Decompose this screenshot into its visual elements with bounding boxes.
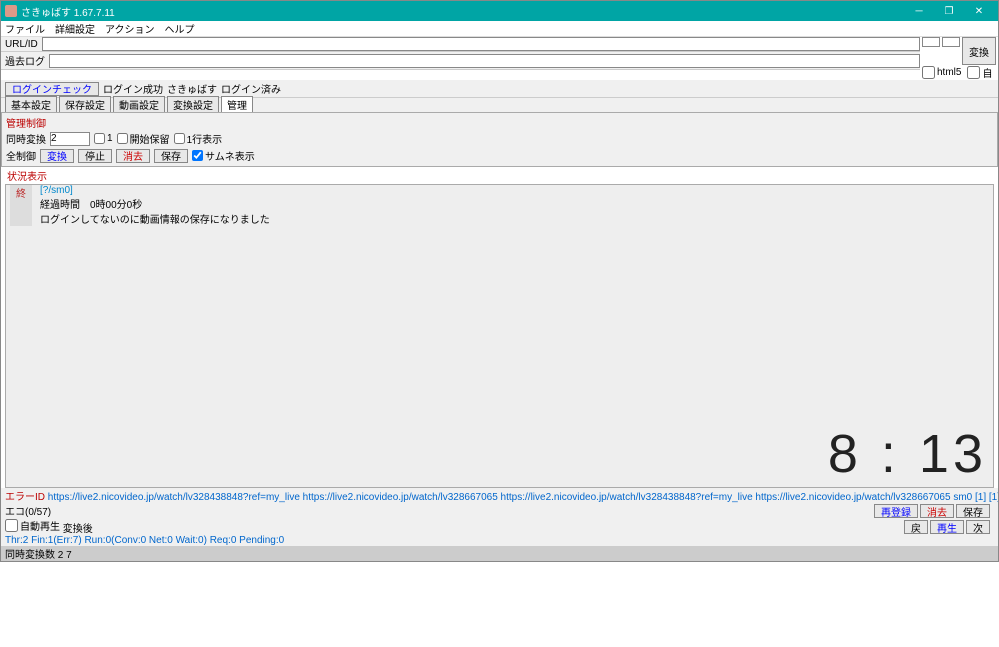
simul-label: 同時変換	[6, 131, 46, 146]
cb-thumb[interactable]	[192, 150, 203, 161]
control-panel: 管理制御 同時変換 1 開始保留 1行表示 全制御 変換 停止 消去 保存 サム…	[1, 112, 998, 167]
menu-help[interactable]: ヘルプ	[165, 21, 195, 36]
control-header: 管理制御	[6, 115, 993, 130]
cb-hold-label: 開始保留	[130, 131, 170, 146]
convert-button[interactable]: 変換	[962, 37, 996, 65]
app-icon	[5, 5, 17, 17]
cb-thumb-label: サムネ表示	[205, 148, 255, 163]
btn-save2[interactable]: 保存	[956, 504, 990, 518]
clock-overlay: 8 : 13	[828, 423, 987, 485]
btn-convert[interactable]: 変換	[40, 149, 74, 163]
cb-autoplay[interactable]	[5, 519, 18, 532]
cb-hold[interactable]	[117, 133, 128, 144]
login-done-label: ログイン済み	[221, 81, 281, 96]
tab-video[interactable]: 動画設定	[113, 96, 165, 112]
stat-line: Thr:2 Fin:1(Err:7) Run:0(Conv:0 Net:0 Wa…	[1, 535, 998, 546]
error-label: エラーID	[5, 492, 45, 503]
maximize-button[interactable]: ❐	[934, 1, 964, 21]
tiny-input-2[interactable]	[942, 37, 960, 47]
tab-manage[interactable]: 管理	[221, 96, 253, 112]
menu-file[interactable]: ファイル	[5, 21, 45, 36]
tabs-bar: 基本設定 保存設定 動画設定 変換設定 管理	[1, 98, 998, 112]
url-row: URL/ID	[1, 37, 920, 52]
tiny-input-1[interactable]	[922, 37, 940, 47]
html5-checkbox[interactable]	[922, 66, 935, 79]
window-title: さきゅばす 1.67.7.11	[21, 4, 904, 19]
log-time: 経過時間 0時00分0秒	[40, 196, 270, 211]
minimize-button[interactable]: ─	[904, 1, 934, 21]
tab-convert[interactable]: 変換設定	[167, 96, 219, 112]
error-line: エラーID https://live2.nicovideo.jp/watch/l…	[1, 488, 998, 503]
cb-autoplay-label: 自動再生	[20, 518, 60, 533]
auto-label: 自	[982, 65, 992, 80]
cb-oneline[interactable]	[174, 133, 185, 144]
status-header: 状況表示	[1, 167, 998, 184]
btn-rereg[interactable]: 再登録	[874, 504, 918, 518]
url-input[interactable]	[42, 37, 920, 51]
url-label: URL/ID	[1, 38, 42, 51]
login-check-button[interactable]: ログインチェック	[5, 82, 99, 96]
log-area: 終 [?/sm0] 経過時間 0時00分0秒 ログインしてないのに動画情報の保存…	[5, 184, 994, 488]
eco-label: エコ(0/57)	[5, 503, 93, 518]
btn-back[interactable]: 戻	[904, 520, 928, 534]
allctrl-label: 全制御	[6, 148, 36, 163]
simul-input[interactable]	[50, 132, 90, 146]
pastlog-row: 過去ログ	[1, 52, 920, 70]
btn-save[interactable]: 保存	[154, 149, 188, 163]
footer: 同時変換数 2 7	[1, 546, 998, 561]
menu-action[interactable]: アクション	[105, 21, 155, 36]
tab-save[interactable]: 保存設定	[59, 96, 111, 112]
titlebar: さきゅばす 1.67.7.11 ─ ❐ ✕	[1, 1, 998, 21]
btn-next[interactable]: 次	[966, 520, 990, 534]
login-ok-label: ログイン成功	[103, 81, 163, 96]
menu-detail[interactable]: 詳細設定	[55, 21, 95, 36]
bottom-area: エラーID https://live2.nicovideo.jp/watch/l…	[1, 488, 998, 561]
btn-play[interactable]: 再生	[930, 520, 964, 534]
log-tag: 終	[10, 185, 32, 226]
btn-clear2[interactable]: 消去	[920, 504, 954, 518]
error-urls: https://live2.nicovideo.jp/watch/lv32843…	[48, 492, 998, 503]
right-controls: 変換 html5 自	[920, 37, 998, 80]
login-name-label: さきゅばす	[167, 81, 217, 96]
html5-label: html5	[937, 67, 961, 78]
tab-basic[interactable]: 基本設定	[5, 96, 57, 112]
btn-stop[interactable]: 停止	[78, 149, 112, 163]
afterconv-label: 変換後	[63, 524, 93, 535]
cb-one-label: 1	[107, 133, 113, 144]
pastlog-label: 過去ログ	[1, 52, 49, 69]
auto-checkbox[interactable]	[967, 66, 980, 79]
cb-one[interactable]	[94, 133, 105, 144]
log-id: [?/sm0]	[40, 185, 270, 196]
log-line: 終 [?/sm0] 経過時間 0時00分0秒 ログインしてないのに動画情報の保存…	[6, 185, 993, 226]
menubar: ファイル 詳細設定 アクション ヘルプ	[1, 21, 998, 37]
pastlog-input[interactable]	[49, 54, 920, 68]
close-button[interactable]: ✕	[964, 1, 994, 21]
log-msg: ログインしてないのに動画情報の保存になりました	[40, 211, 270, 226]
cb-oneline-label: 1行表示	[187, 131, 223, 146]
btn-clear[interactable]: 消去	[116, 149, 150, 163]
